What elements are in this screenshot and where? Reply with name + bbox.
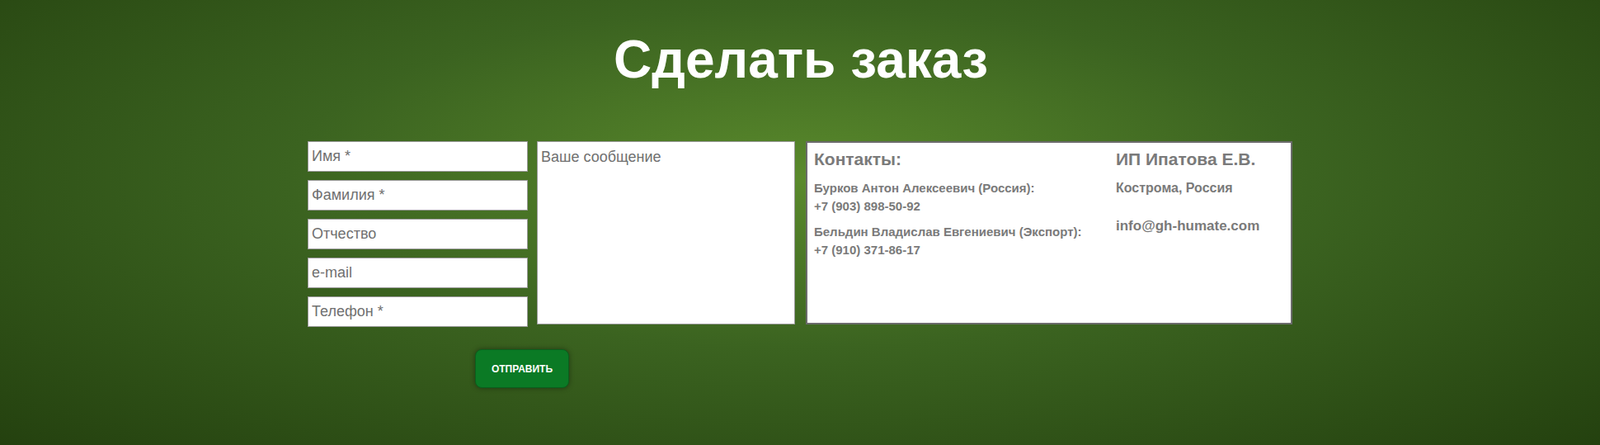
company-location: Кострома, Россия (1115, 178, 1285, 198)
contacts-column: Контакты: Бурков Антон Алексеевич (Россия… (814, 147, 1116, 318)
company-name: ИП Ипатова Е.В. (1115, 147, 1285, 171)
contact-phone: +7 (903) 898-50-92 (814, 197, 1116, 216)
contacts-card: Контакты: Бурков Антон Алексеевич (Россия… (805, 141, 1293, 325)
company-email: info@gh-humate.com (1115, 216, 1285, 236)
company-column: ИП Ипатова Е.В. Кострома, Россия info@gh-h… (1115, 147, 1285, 318)
form-input[interactable] (307, 141, 528, 172)
order-row: Контакты: Бурков Антон Алексеевич (Россия… (307, 141, 1293, 327)
form-input[interactable] (307, 179, 528, 211)
order-section: Контакты: Бурков Антон Алексеевич (Россия… (307, 141, 1293, 388)
contact-name: Бельдин Владислав Евгениевич (Экспорт): (814, 222, 1116, 241)
form-input[interactable] (307, 296, 528, 327)
fields-column (307, 141, 528, 327)
form-input[interactable] (307, 257, 528, 288)
contact-person: Бурков Антон Алексеевич (Россия):+7 (903… (814, 178, 1116, 216)
order-form (307, 141, 796, 327)
contact-person: Бельдин Владислав Евгениевич (Экспорт):+… (814, 222, 1116, 259)
submit-button[interactable]: ОТПРАВИТЬ (475, 348, 570, 388)
message-textarea[interactable] (536, 141, 796, 325)
contact-phone: +7 (910) 371-86-17 (814, 240, 1116, 259)
form-input[interactable] (307, 218, 528, 250)
contact-name: Бурков Антон Алексеевич (Россия): (814, 178, 1116, 198)
page-title: Сделать заказ (613, 0, 989, 92)
contacts-heading: Контакты: (814, 147, 1116, 171)
order-page: Сделать заказ Контакты: Бурков Антон Алекс… (0, 0, 1600, 445)
